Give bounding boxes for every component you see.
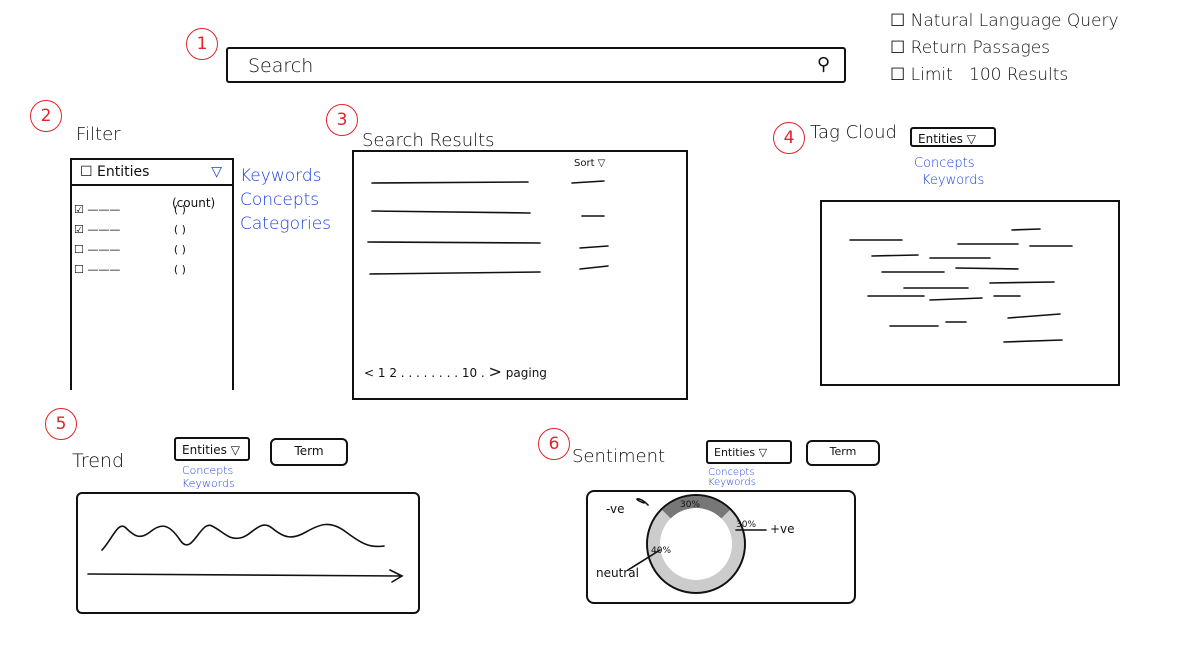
tag-lines xyxy=(849,228,1073,343)
trend-axis-arrow xyxy=(87,569,404,583)
sketch-lines xyxy=(87,180,1073,583)
trend-line xyxy=(101,523,385,551)
result-lines xyxy=(367,180,609,275)
